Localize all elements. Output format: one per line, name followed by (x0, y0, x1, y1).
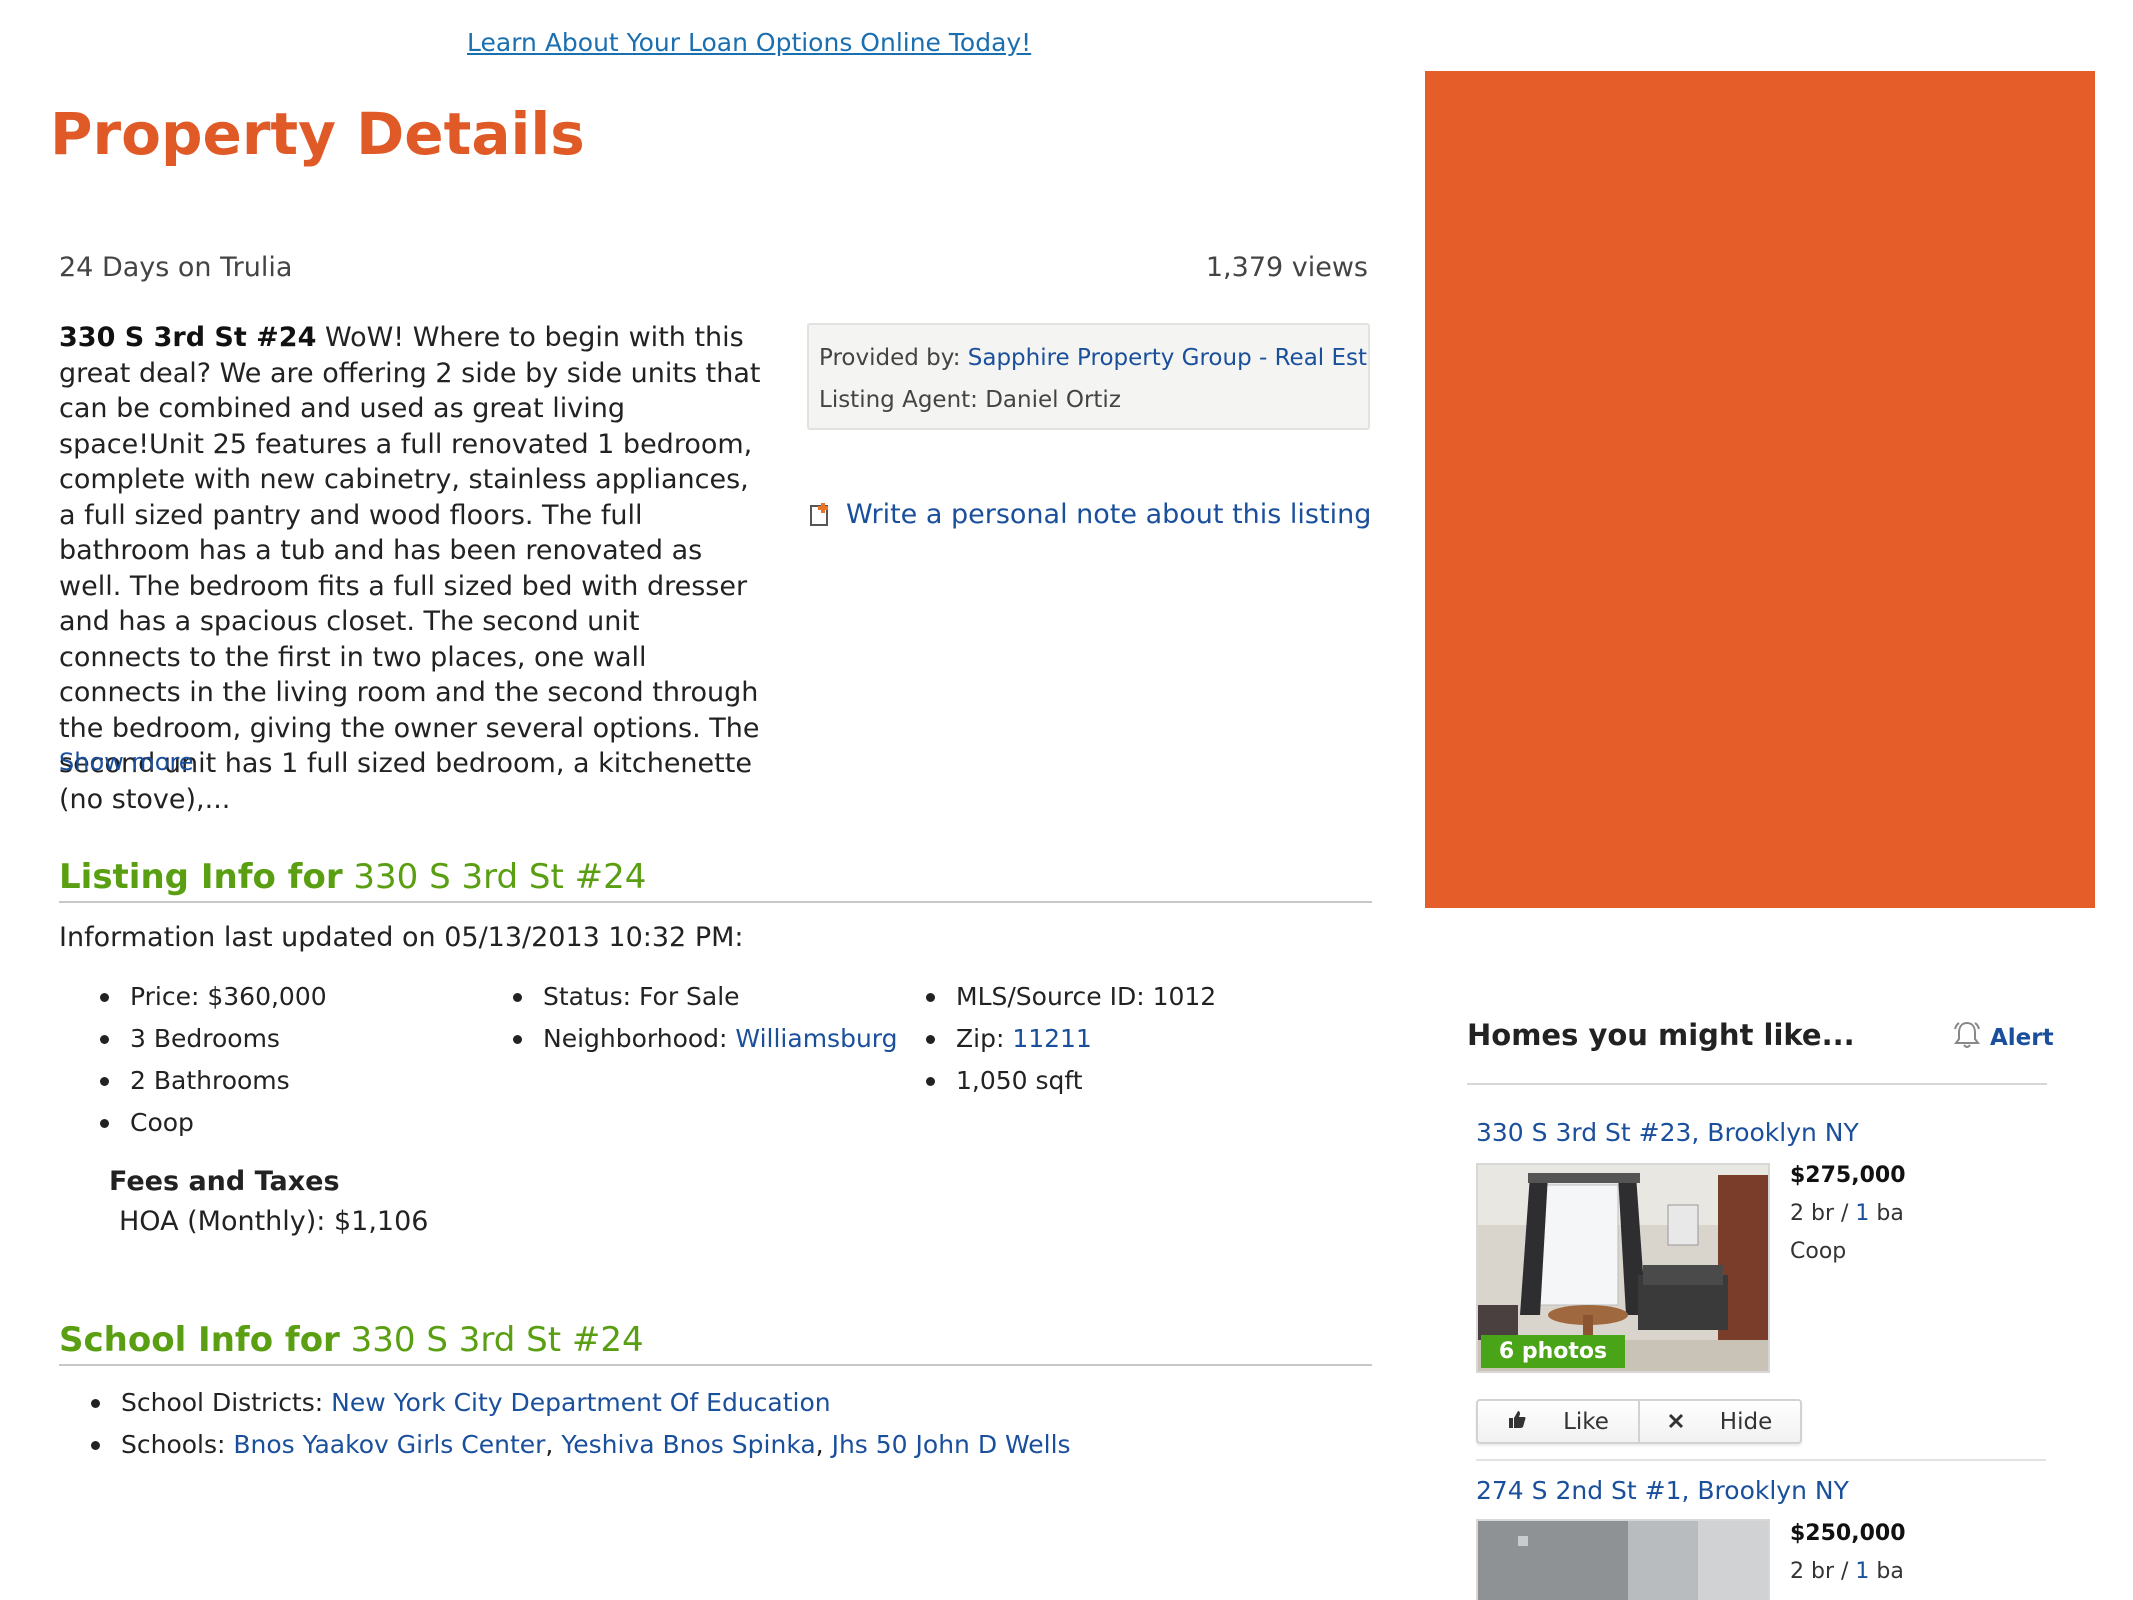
personal-note-link[interactable]: Write a personal note about this listing (846, 499, 1371, 530)
school-separator: , (815, 1430, 832, 1459)
provider-line: Provided by: Sapphire Property Group - R… (819, 337, 1368, 379)
home-photo[interactable] (1476, 1519, 1770, 1600)
zip-link[interactable]: 11211 (1012, 1024, 1092, 1053)
school-link-2[interactable]: Yeshiva Bnos Spinka (561, 1430, 815, 1459)
property-description: 330 S 3rd St #24 WoW! Where to begin wit… (59, 320, 769, 817)
close-icon (1668, 1409, 1684, 1435)
loan-options-link[interactable]: Learn About Your Loan Options Online Tod… (467, 28, 1031, 57)
detail-zip: Zip: 11211 (920, 1018, 1216, 1060)
home-listing-link[interactable]: 274 S 2nd St #1, Brooklyn NY (1476, 1476, 1849, 1505)
home-price: $250,000 (1790, 1521, 1906, 1546)
home-photo[interactable]: 6 photos (1476, 1163, 1770, 1373)
like-hide-bar: Like Hide (1476, 1399, 1802, 1444)
detail-bedrooms: 3 Bedrooms (94, 1018, 327, 1060)
listing-info-address: 330 S 3rd St #24 (353, 857, 647, 897)
last-updated: Information last updated on 05/13/2013 1… (59, 922, 744, 953)
home-price: $275,000 (1790, 1163, 1906, 1188)
detail-bathrooms: 2 Bathrooms (94, 1060, 327, 1102)
home-meta: $275,000 2 br / 1 ba Coop (1790, 1157, 1906, 1271)
show-more-link[interactable]: Show more (59, 748, 194, 776)
view-count: 1,379 views (1205, 252, 1368, 283)
school-link-3[interactable]: Jhs 50 John D Wells (832, 1430, 1071, 1459)
home-listing-link[interactable]: 330 S 3rd St #23, Brooklyn NY (1476, 1118, 1859, 1147)
detail-price: Price: $360,000 (94, 976, 327, 1018)
schools-label: Schools: (121, 1430, 234, 1459)
note-add-icon (810, 502, 832, 527)
detail-neighborhood: Neighborhood: Williamsburg (507, 1018, 898, 1060)
detail-sqft: 1,050 sqft (920, 1060, 1216, 1102)
detail-status: Status: For Sale (507, 976, 898, 1018)
school-list: School Districts: New York City Departme… (85, 1382, 1071, 1466)
beds-baths-separator: / (1834, 1559, 1856, 1584)
neighborhood-link[interactable]: Williamsburg (735, 1024, 897, 1053)
school-link-1[interactable]: Bnos Yaakov Girls Center (233, 1430, 545, 1459)
districts-label: School Districts: (121, 1388, 332, 1417)
beds-baths-separator: / (1834, 1201, 1856, 1226)
bed-unit: br (1804, 1201, 1835, 1226)
home-beds-baths: 2 br / 1 ba (1790, 1553, 1906, 1591)
description-text: WoW! Where to begin with this great deal… (59, 322, 761, 815)
bell-icon (1952, 1020, 1982, 1056)
school-info-heading: School Info for 330 S 3rd St #24 (59, 1320, 1372, 1366)
room-photo-image (1478, 1521, 1768, 1600)
hoa-fee: HOA (Monthly): $1,106 (119, 1206, 429, 1237)
listing-agent: Listing Agent: Daniel Ortiz (819, 387, 1121, 413)
schools-item: Schools: Bnos Yaakov Girls Center, Yeshi… (85, 1424, 1071, 1466)
provider-box: Provided by: Sapphire Property Group - R… (807, 323, 1370, 430)
days-on-site: 24 Days on Trulia (59, 252, 293, 283)
hide-button[interactable]: Hide (1638, 1401, 1800, 1442)
like-label: Like (1563, 1408, 1609, 1435)
homes-you-might-like-title: Homes you might like... (1467, 1018, 1855, 1052)
page-title: Property Details (50, 100, 585, 168)
detail-type: Coop (94, 1102, 327, 1144)
provider-label: Provided by: (819, 345, 968, 371)
bed-count: 2 (1790, 1201, 1804, 1226)
school-separator: , (545, 1430, 562, 1459)
like-button[interactable]: Like (1478, 1401, 1638, 1442)
bath-unit: ba (1869, 1559, 1904, 1584)
listing-info-heading: Listing Info for 330 S 3rd St #24 (59, 857, 1372, 903)
school-info-address: 330 S 3rd St #24 (350, 1320, 644, 1360)
listing-details-col2: Status: For Sale Neighborhood: Williamsb… (507, 976, 898, 1060)
fees-taxes-title: Fees and Taxes (109, 1166, 340, 1197)
home-beds-baths: 2 br / 1 ba (1790, 1195, 1906, 1233)
listing-info-label: Listing Info for (59, 857, 343, 897)
bath-count[interactable]: 1 (1855, 1201, 1869, 1226)
listing-details-col1: Price: $360,000 3 Bedrooms 2 Bathrooms C… (94, 976, 327, 1144)
bath-unit: ba (1869, 1201, 1904, 1226)
listing-divider (1476, 1459, 2046, 1461)
thumbs-up-icon (1507, 1409, 1527, 1435)
home-type: Coop (1790, 1239, 1847, 1264)
alert-button[interactable]: Alert (1952, 1020, 2054, 1056)
neighborhood-label: Neighborhood: (543, 1024, 736, 1053)
hide-label: Hide (1719, 1408, 1773, 1435)
alert-label: Alert (1990, 1025, 2054, 1051)
bed-unit: br (1804, 1559, 1835, 1584)
photo-count-badge: 6 photos (1481, 1335, 1625, 1368)
bath-count[interactable]: 1 (1855, 1559, 1869, 1584)
school-info-label: School Info for (59, 1320, 340, 1360)
personal-note[interactable]: Write a personal note about this listing (810, 499, 1371, 530)
school-districts: School Districts: New York City Departme… (85, 1382, 1071, 1424)
advertisement-block[interactable] (1425, 71, 2095, 908)
listing-details-col3: MLS/Source ID: 1012 Zip: 11211 1,050 sqf… (920, 976, 1216, 1102)
description-address: 330 S 3rd St #24 (59, 322, 317, 353)
home-meta: $250,000 2 br / 1 ba (1790, 1515, 1906, 1591)
school-district-link[interactable]: New York City Department Of Education (331, 1388, 831, 1417)
bed-count: 2 (1790, 1559, 1804, 1584)
provider-name-link[interactable]: Sapphire Property Group - Real Estate (968, 345, 1368, 371)
homes-divider (1467, 1083, 2047, 1085)
detail-mls: MLS/Source ID: 1012 (920, 976, 1216, 1018)
zip-label: Zip: (956, 1024, 1013, 1053)
